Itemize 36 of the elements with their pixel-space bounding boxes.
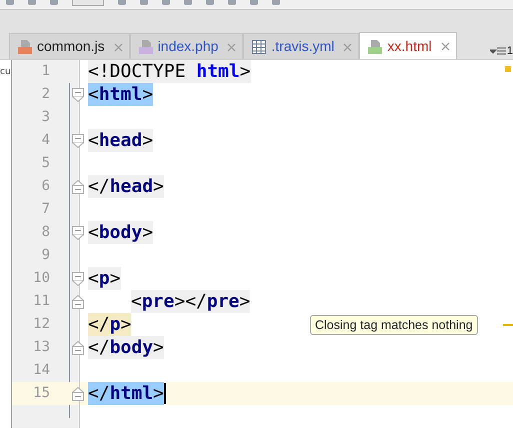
- code-text: </body>: [88, 336, 164, 359]
- line-number: 15: [32, 384, 50, 403]
- line-number: 9: [40, 246, 50, 265]
- code-text: <pre></pre>: [131, 290, 250, 313]
- tab-label: xx.html: [387, 36, 432, 56]
- line-number: 3: [40, 108, 50, 127]
- code-text: <html>: [88, 83, 154, 106]
- line-number: 11: [32, 292, 50, 311]
- line-number: 5: [40, 154, 50, 173]
- error-tooltip: Closing tag matches nothing: [310, 315, 478, 335]
- line-number: 4: [40, 131, 50, 150]
- tab-label: common.js: [37, 37, 105, 56]
- file-tab[interactable]: index.php: [130, 33, 244, 59]
- line-number: 2: [40, 85, 50, 104]
- code-text: <body>: [88, 221, 154, 244]
- panel-text: cu: [0, 67, 11, 77]
- tab-label: .travis.yml: [271, 37, 334, 56]
- line-number: 1: [40, 62, 50, 81]
- line-number: 14: [32, 361, 50, 380]
- tab-count: 1: [506, 44, 513, 58]
- code-text: <!DOCTYPE html>: [88, 60, 251, 83]
- line-number: 6: [40, 177, 50, 196]
- line-number: 10: [32, 269, 50, 288]
- code-text: <head>: [88, 129, 154, 152]
- tab-label: index.php: [158, 37, 218, 56]
- code-text: </html>: [88, 382, 164, 405]
- file-tab[interactable]: .travis.yml: [243, 33, 360, 59]
- line-number: 8: [40, 223, 50, 242]
- code-text: </head>: [88, 175, 164, 198]
- file-tab[interactable]: common.js: [9, 33, 130, 59]
- code-text: <p>: [88, 267, 121, 290]
- line-number: 13: [32, 338, 50, 357]
- code-text: </p>: [88, 313, 132, 336]
- file-tab[interactable]: xx.html: [359, 32, 457, 59]
- line-number: 12: [32, 315, 50, 334]
- line-number: 7: [40, 200, 50, 219]
